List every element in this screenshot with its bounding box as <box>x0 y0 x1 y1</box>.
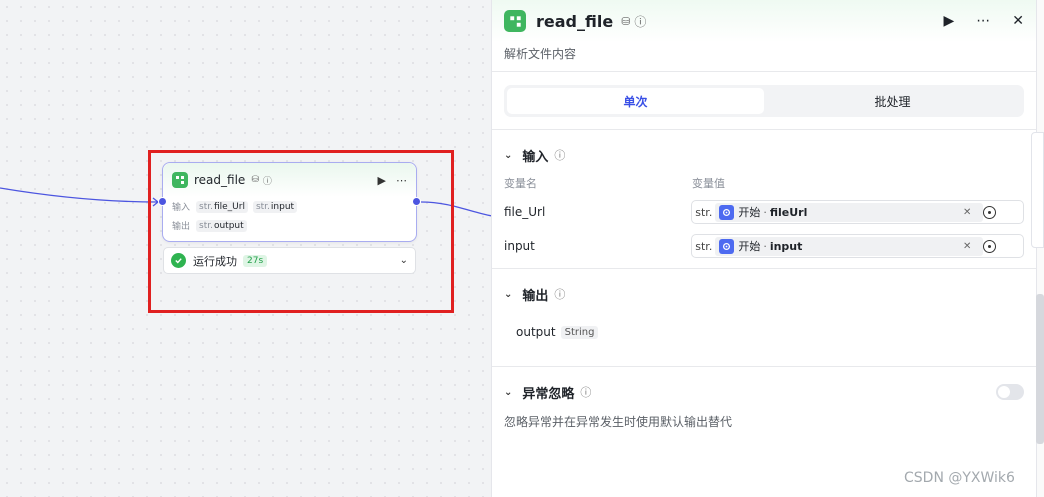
read-file-node[interactable]: read_file ⛁ ⓘ ▶ ⋯ 输入 str.file_Url str.in… <box>162 162 417 242</box>
column-variable-value: 变量值 <box>692 177 725 190</box>
node-outputs-row: 输出 str.output <box>163 216 416 235</box>
panel-title: read_file <box>536 11 614 31</box>
clear-icon[interactable]: ✕ <box>963 241 971 252</box>
column-variable-name: 变量名 <box>504 177 537 190</box>
status-text: 运行成功 <box>193 254 237 268</box>
node-input-label: 输入 <box>172 203 191 213</box>
database-icon: ⛁ <box>251 175 259 185</box>
reference-source: 开始 <box>738 240 761 253</box>
plugin-icon <box>172 172 188 188</box>
variable-name: file_Url <box>504 205 546 219</box>
node-input-chip: str.input <box>252 200 298 213</box>
play-icon[interactable]: ▶ <box>378 174 386 187</box>
input-section: ⌄ 输入 ⓘ 变量名 变量值 file_Url str. 开始 · fileUr… <box>492 130 1036 269</box>
chevron-down-icon[interactable]: ⌄ <box>504 387 512 398</box>
output-name: output <box>516 325 556 339</box>
exception-section-header[interactable]: ⌄ 异常忽略 ⓘ <box>504 381 1024 403</box>
output-type-badge: String <box>560 325 599 339</box>
mode-tabs: 单次 批处理 <box>504 85 1024 117</box>
input-variable-row: file_Url str. 开始 · fileUrl ✕ <box>504 200 1024 224</box>
node-config-panel: read_file ⛁ ⓘ ▶ ⋯ ✕ 解析文件内容 单次 批处理 ⌄ 输入 ⓘ… <box>491 0 1036 497</box>
reference-chip[interactable]: 开始 · fileUrl ✕ <box>715 202 984 222</box>
partially-visible-card <box>1031 132 1044 248</box>
chevron-down-icon[interactable]: ⌄ <box>400 255 408 266</box>
output-variable-row: output String <box>504 325 1024 339</box>
mode-tabs-wrap: 单次 批处理 <box>492 72 1036 130</box>
chevron-down-icon[interactable]: ⌄ <box>504 289 512 300</box>
run-status-bar[interactable]: 运行成功 27s ⌄ <box>163 247 416 274</box>
input-variable-row: input str. 开始 · input ✕ <box>504 234 1024 258</box>
check-circle-icon <box>171 253 186 268</box>
node-header: read_file ⛁ ⓘ ▶ ⋯ <box>163 163 416 197</box>
node-output-label: 输出 <box>172 222 191 232</box>
info-icon[interactable]: ⓘ <box>554 147 565 163</box>
node-inputs-row: 输入 str.file_Url str.input <box>163 197 416 216</box>
start-node-icon <box>719 238 735 254</box>
more-icon[interactable]: ⋯ <box>976 13 990 29</box>
exception-section-title: 异常忽略 <box>522 386 575 402</box>
info-icon[interactable]: ⓘ <box>580 384 591 400</box>
tab-single[interactable]: 单次 <box>507 88 764 114</box>
type-tag: str. <box>695 239 713 253</box>
reference-field: fileUrl <box>769 205 808 219</box>
exception-ignore-toggle[interactable] <box>996 384 1024 400</box>
target-icon[interactable] <box>983 239 997 253</box>
chevron-down-icon[interactable]: ⌄ <box>504 150 512 161</box>
clear-icon[interactable]: ✕ <box>963 207 971 218</box>
node-output-chip: str.output <box>196 219 247 232</box>
info-icon[interactable]: ⓘ <box>634 13 646 30</box>
panel-header: read_file ⛁ ⓘ ▶ ⋯ ✕ 解析文件内容 <box>492 0 1036 72</box>
input-port[interactable] <box>158 197 167 206</box>
variable-value-field[interactable]: str. 开始 · input ✕ <box>691 234 1024 258</box>
node-input-chip: str.file_Url <box>196 200 248 213</box>
target-icon[interactable] <box>983 205 997 219</box>
output-section-title: 输出 <box>522 288 549 304</box>
info-icon[interactable]: ⓘ <box>263 174 272 187</box>
variable-value-field[interactable]: str. 开始 · fileUrl ✕ <box>691 200 1024 224</box>
reference-separator: · <box>763 205 767 219</box>
plugin-icon <box>504 10 526 32</box>
duration-badge: 27s <box>243 254 268 267</box>
panel-description: 解析文件内容 <box>504 47 577 61</box>
exception-description: 忽略异常并在异常发生时使用默认输出替代 <box>504 415 733 429</box>
close-icon[interactable]: ✕ <box>1012 13 1024 29</box>
info-icon[interactable]: ⓘ <box>554 286 565 302</box>
reference-source: 开始 <box>738 206 761 219</box>
watermark: CSDN @YXWik6 <box>904 470 1015 486</box>
more-icon[interactable]: ⋯ <box>396 174 407 187</box>
node-title: read_file <box>194 173 246 187</box>
input-column-headers: 变量名 变量值 <box>504 175 1024 191</box>
input-section-header[interactable]: ⌄ 输入 ⓘ <box>504 144 1024 166</box>
output-port[interactable] <box>412 197 421 206</box>
reference-separator: · <box>763 239 767 253</box>
reference-field: input <box>769 239 803 253</box>
scrollbar-thumb[interactable] <box>1036 294 1044 444</box>
output-section-header[interactable]: ⌄ 输出 ⓘ <box>504 283 1024 305</box>
variable-name: input <box>504 239 535 253</box>
tab-batch[interactable]: 批处理 <box>764 88 1021 114</box>
start-node-icon <box>719 204 735 220</box>
input-section-title: 输入 <box>522 149 549 165</box>
incoming-edge[interactable] <box>0 187 159 203</box>
type-tag: str. <box>695 205 713 219</box>
reference-chip[interactable]: 开始 · input ✕ <box>715 236 984 256</box>
output-section: ⌄ 输出 ⓘ output String <box>492 269 1036 367</box>
exception-section: ⌄ 异常忽略 ⓘ 忽略异常并在异常发生时使用默认输出替代 <box>492 367 1036 430</box>
database-icon: ⛁ <box>621 14 631 28</box>
play-icon[interactable]: ▶ <box>943 13 954 29</box>
